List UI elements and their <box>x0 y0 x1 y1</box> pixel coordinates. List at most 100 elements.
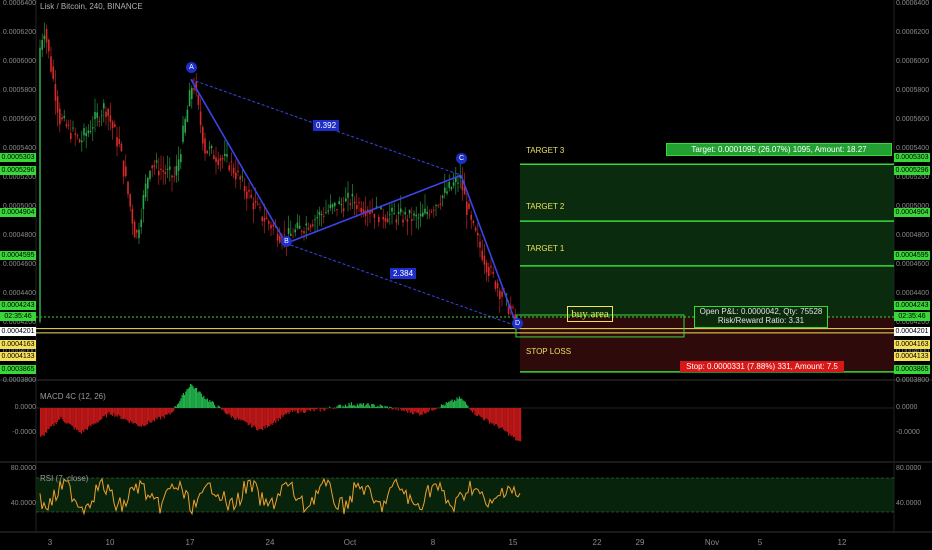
y-tick-left: 0.0005200 <box>2 174 36 182</box>
macd-bar <box>469 408 471 410</box>
candle-body <box>166 168 169 171</box>
macd-bar <box>402 408 404 411</box>
candle-body <box>230 161 233 163</box>
macd-bar <box>378 406 380 408</box>
macd-bar <box>491 408 493 424</box>
candle-body <box>252 202 255 210</box>
macd-bar <box>314 408 316 410</box>
macd-bar <box>256 408 258 430</box>
pattern-leg-bc <box>285 174 462 245</box>
candle-body <box>408 209 411 214</box>
candle-body <box>358 202 360 204</box>
macd-bar <box>155 408 157 418</box>
macd-bar <box>376 406 378 408</box>
candle-body <box>224 153 226 156</box>
price-tag-left: 0.0004201 <box>0 327 36 336</box>
candle-body <box>417 217 420 219</box>
macd-bar <box>205 399 207 408</box>
macd-bar <box>347 406 349 408</box>
macd-bar <box>500 408 502 428</box>
macd-bar <box>342 405 344 408</box>
y-tick-right: 0.0004400 <box>896 290 930 298</box>
indicator-tick: 0.0000 <box>896 404 918 411</box>
macd-bar <box>120 408 122 420</box>
candle-body <box>334 202 336 207</box>
macd-bar <box>158 408 160 417</box>
macd-bar <box>271 408 273 425</box>
macd-bar <box>259 408 261 429</box>
macd-bar <box>83 408 85 432</box>
macd-bar <box>312 408 314 410</box>
macd-bar <box>443 404 445 408</box>
candle-body <box>96 112 98 118</box>
candle-body <box>241 176 244 178</box>
macd-bar <box>481 408 483 418</box>
macd-bar <box>274 408 276 421</box>
candle-body <box>50 56 52 72</box>
macd-bar <box>146 408 148 425</box>
macd-bar <box>372 403 374 408</box>
candle-body <box>202 127 204 144</box>
x-tick: 15 <box>508 538 518 547</box>
chart-canvas[interactable] <box>0 0 932 550</box>
macd-bar <box>504 408 506 432</box>
candle-body <box>144 183 147 198</box>
price-tag: 0.0004595 <box>894 251 930 260</box>
macd-bar <box>97 408 99 423</box>
macd-bar <box>281 408 283 416</box>
macd-bar <box>154 408 156 422</box>
macd-bar <box>450 400 452 408</box>
macd-bar <box>66 408 68 424</box>
candle-body <box>85 132 87 137</box>
macd-bar <box>174 405 176 408</box>
macd-bar <box>422 408 424 412</box>
candle-body <box>52 66 54 79</box>
macd-bar <box>424 408 426 414</box>
macd-bar <box>494 408 496 425</box>
candle-body <box>92 127 94 129</box>
macd-bar <box>270 408 272 424</box>
macd-bar <box>490 408 492 423</box>
candle-body <box>45 28 48 43</box>
macd-bar <box>134 408 136 424</box>
price-tag: 0.0004904 <box>894 208 930 217</box>
macd-bar <box>272 408 274 423</box>
candle-body <box>345 198 347 202</box>
macd-bar <box>137 408 139 426</box>
macd-bar <box>380 405 382 408</box>
stop-info-box: Stop: 0.0000331 (7.88%) 331, Amount: 7.5 <box>680 361 844 372</box>
macd-bar <box>377 405 379 408</box>
macd-bar <box>352 405 354 408</box>
y-tick-right: 0.0005800 <box>896 87 930 95</box>
macd-bar <box>388 408 390 410</box>
macd-bar <box>336 406 338 408</box>
macd-bar <box>257 408 259 431</box>
y-tick-left: 0.0004600 <box>2 261 36 269</box>
macd-bar <box>91 408 93 424</box>
candle-body <box>263 217 266 222</box>
candle-body <box>490 265 492 268</box>
macd-bar <box>382 405 384 408</box>
macd-bar <box>223 408 225 412</box>
macd-bar <box>227 408 229 415</box>
macd-bar <box>355 406 357 408</box>
candle-body <box>384 218 387 222</box>
y-tick-left: 0.0004400 <box>2 290 36 298</box>
macd-bar <box>390 406 392 408</box>
macd-bar <box>408 408 410 411</box>
macd-bar <box>431 408 433 411</box>
candle-body <box>116 137 118 147</box>
candle-body <box>265 217 268 219</box>
macd-bar <box>362 403 364 408</box>
candle-body <box>164 172 167 175</box>
candle-body <box>39 47 41 322</box>
macd-bar <box>498 408 500 429</box>
candle-body <box>65 124 68 127</box>
candle-body <box>294 229 296 233</box>
target-info-box: Target: 0.0001095 (26.07%) 1095, Amount:… <box>666 143 892 156</box>
macd-bar <box>496 408 498 425</box>
macd-bar <box>116 408 118 417</box>
macd-bar <box>204 398 206 408</box>
candle-body <box>56 96 59 113</box>
macd-bar <box>449 401 451 408</box>
